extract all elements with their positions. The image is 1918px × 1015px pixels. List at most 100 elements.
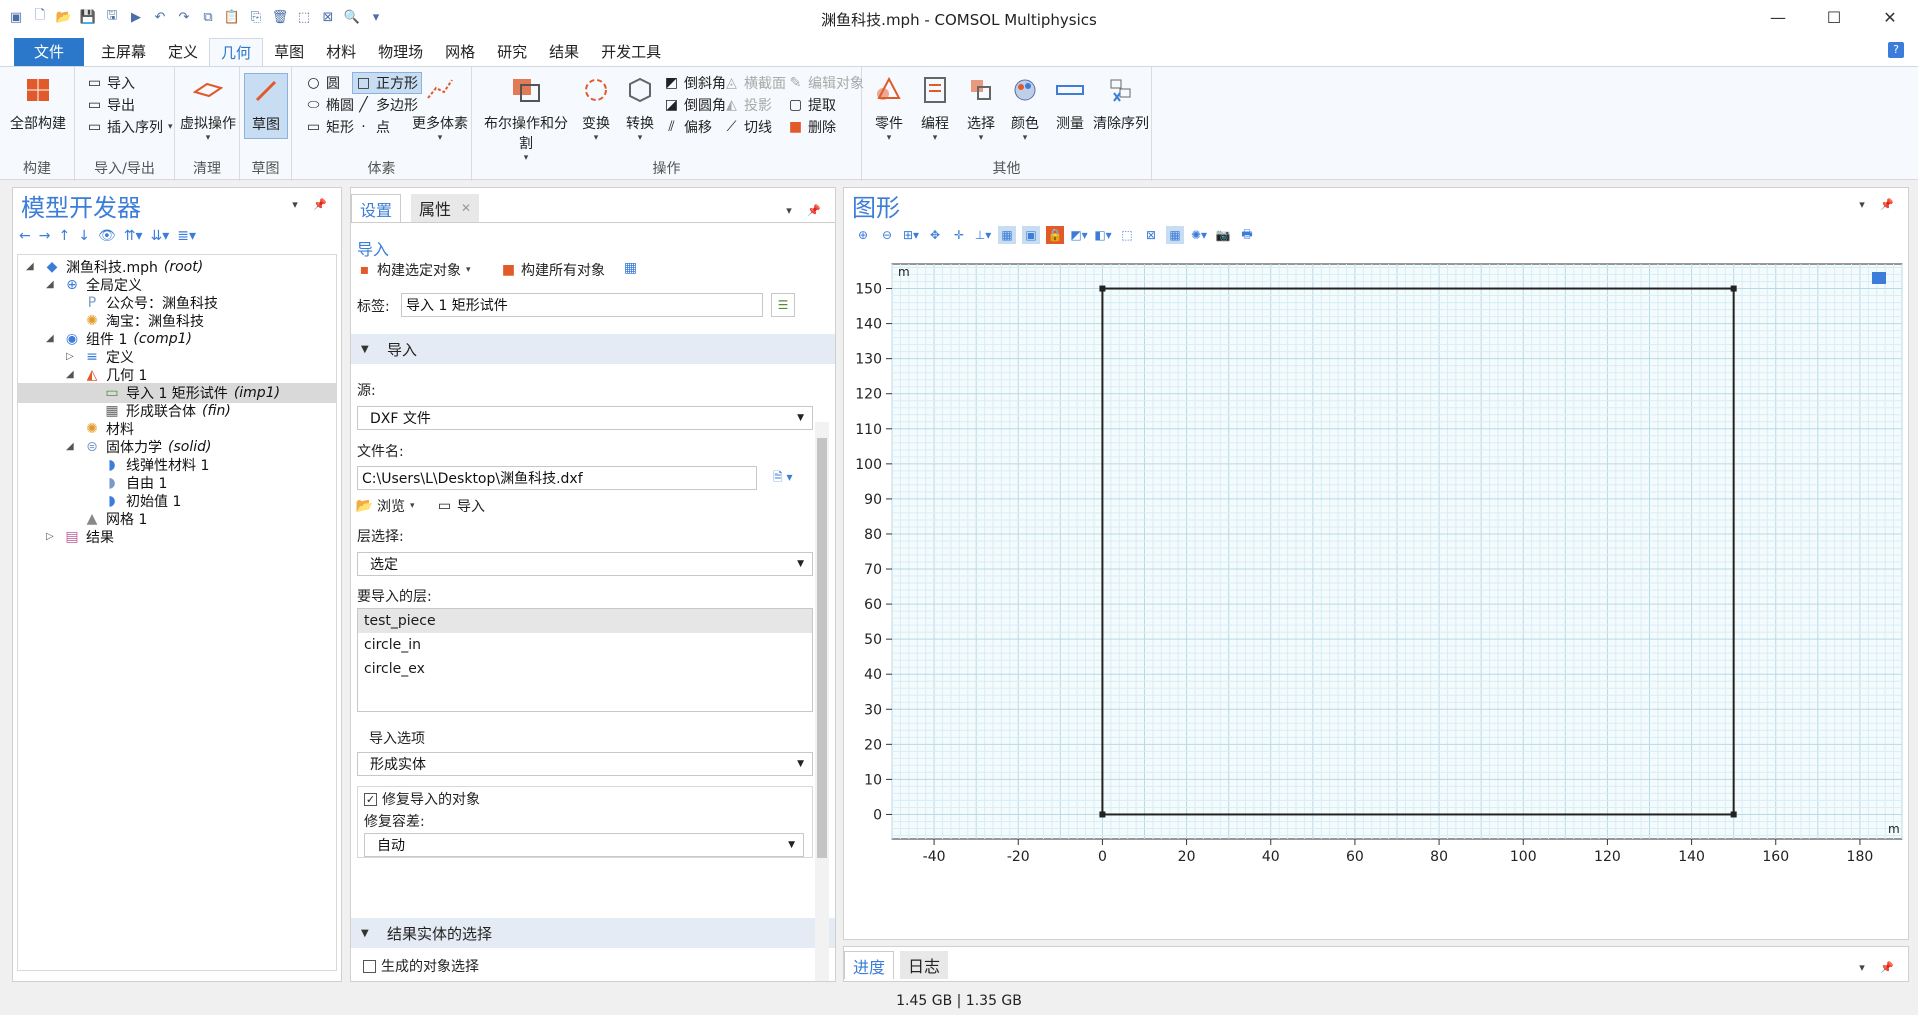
close-tab-icon[interactable]: ✕ — [461, 201, 471, 215]
file-options-icon[interactable]: 🗎 ▾ — [773, 468, 793, 489]
forward-icon[interactable]: → — [39, 228, 51, 244]
boolean-button[interactable]: 布尔操作和分割 ▾ — [478, 73, 574, 163]
scrollbar-thumb[interactable] — [817, 438, 827, 858]
help-icon[interactable]: ? — [1888, 42, 1904, 58]
selections-button[interactable]: 选择 ▾ — [960, 73, 1002, 143]
select-box-icon[interactable]: ⬚ — [1118, 226, 1136, 244]
menu-item-0[interactable]: 文件 — [14, 38, 85, 66]
select-boundaries-icon[interactable]: ▦ — [998, 226, 1016, 244]
layers-listbox[interactable]: test_piece circle_in circle_ex — [357, 608, 813, 712]
menu-item-5[interactable]: 材料 — [315, 38, 367, 66]
show-objects-icon[interactable]: ◧▾ — [1094, 226, 1112, 244]
tree-toggle-icon[interactable]: ◢ — [66, 369, 74, 380]
tree-node[interactable]: P 公众号：渊鱼科技 — [84, 293, 218, 313]
tree-toggle-icon[interactable]: ◢ — [46, 279, 54, 290]
save-icon[interactable]: 💾 — [80, 9, 96, 25]
tree-node[interactable]: ≡ 定义 — [84, 347, 134, 367]
menu-item-3[interactable]: 几何 — [209, 38, 264, 66]
save-as-icon[interactable]: 🖫 — [104, 8, 120, 25]
minimize-button[interactable]: — — [1750, 0, 1806, 34]
section-result-header[interactable]: ▼ 结果实体的选择 — [351, 918, 835, 948]
collapse-icon[interactable]: ⇊▾ — [150, 228, 169, 244]
print-icon[interactable]: 🖶 — [1238, 226, 1256, 244]
circle-button[interactable]: ○ 圆 — [306, 73, 340, 93]
axis-icon[interactable]: ⊥▾ — [974, 226, 992, 244]
back-icon[interactable]: ← — [19, 228, 31, 244]
parts-button[interactable]: 零件 ▾ — [868, 73, 910, 143]
clear-sequence-button[interactable]: 清除序列 — [1090, 73, 1152, 133]
tree-toggle-icon[interactable]: ▷ — [66, 351, 74, 362]
menu-item-10[interactable]: 开发工具 — [590, 38, 672, 66]
layer-item[interactable]: circle_in — [358, 633, 812, 657]
tab-progress[interactable]: 进度 — [844, 951, 895, 979]
filename-input[interactable]: C:\Users\L\Desktop\渊鱼科技.dxf — [357, 466, 757, 490]
programming-button[interactable]: 编程 ▾ — [914, 73, 956, 143]
move-up-icon[interactable]: ↑ — [58, 228, 70, 244]
virtual-ops-button[interactable]: 虚拟操作 ▾ — [179, 73, 237, 143]
zoom-box-icon[interactable]: ⊞▾ — [902, 226, 920, 244]
tree-node[interactable]: ✺ 材料 — [84, 419, 134, 439]
paste-icon[interactable]: 📋 — [224, 9, 240, 25]
graphics-controls-icon[interactable]: ▾ 📌 — [1859, 198, 1900, 211]
redo-icon[interactable]: ↷ — [176, 9, 192, 25]
vertex-point[interactable] — [1099, 285, 1106, 292]
build-all-button[interactable]: 全部构建 — [8, 73, 68, 133]
chamfer-button[interactable]: ◩ 倒斜角 — [664, 73, 726, 93]
list-icon[interactable]: ≣▾ — [177, 228, 196, 244]
bottom-panel-controls-icon[interactable]: ▾ 📌 — [1859, 961, 1900, 974]
tree-toggle-icon[interactable]: ◢ — [26, 261, 34, 272]
tree-toggle-icon[interactable]: ▷ — [46, 531, 54, 542]
generate-selection-checkbox[interactable]: 生成的对象选择 — [363, 956, 479, 976]
settings-controls-icon[interactable]: ▾ 📌 — [786, 204, 827, 217]
clear-icon[interactable]: ⊠ — [320, 9, 336, 25]
import-option-select[interactable]: 形成实体 ▼ — [357, 752, 813, 776]
cross-section-button[interactable]: ◬ 横截面 — [724, 73, 786, 93]
open-file-icon[interactable]: 📂 — [56, 9, 72, 25]
import-action-button[interactable]: ▭ 导入 — [437, 496, 485, 516]
copy-icon[interactable]: ⧉ — [200, 9, 216, 25]
duplicate-icon[interactable]: ⎘ — [248, 9, 264, 25]
menu-item-7[interactable]: 网格 — [434, 38, 486, 66]
tree-node[interactable]: ▭ 导入 1 矩形试件 (imp1) — [18, 383, 336, 403]
import-button[interactable]: ▭ 导入 — [87, 73, 135, 93]
edit-object-button[interactable]: ✎ 编辑对象 — [788, 73, 864, 93]
label-input[interactable]: 导入 1 矩形试件 — [401, 293, 763, 317]
tab-properties[interactable]: 属性 ✕ — [411, 194, 480, 222]
expand-icon[interactable]: ⇈▾ — [124, 228, 143, 244]
tab-log[interactable]: 日志 — [900, 951, 949, 979]
tree-node[interactable]: ▲ 网格 1 — [84, 509, 148, 529]
menu-item-4[interactable]: 草图 — [263, 38, 315, 66]
delete-icon[interactable]: 🗑 — [272, 9, 289, 25]
tree-node[interactable]: ◗ 线弹性材料 1 — [104, 455, 209, 475]
settings-scrollbar[interactable] — [815, 422, 829, 981]
repair-tolerance-select[interactable]: 自动 ▼ — [364, 833, 804, 857]
search-icon[interactable]: 🔍 — [344, 9, 360, 25]
build-selected-button[interactable]: ▪ 构建选定对象 ▾ — [357, 260, 471, 280]
select-domains-icon[interactable]: ▣ — [1022, 226, 1040, 244]
sketch-button[interactable]: 草图 — [244, 73, 288, 139]
insert-sequence-button[interactable]: ▭ 插入序列 ▾ — [87, 117, 173, 137]
tangent-button[interactable]: ⟋ 切线 — [724, 117, 772, 137]
select-icon[interactable]: ⬚ — [296, 9, 312, 25]
fillet-button[interactable]: ◪ 倒圆角 — [664, 95, 726, 115]
app-icon[interactable]: ▣ — [8, 9, 24, 25]
menu-item-6[interactable]: 物理场 — [367, 38, 434, 66]
tree-toggle-icon[interactable]: ◢ — [66, 441, 74, 452]
ellipse-button[interactable]: ⬭ 椭圆 — [306, 95, 354, 115]
tree-node[interactable]: ◗ 自由 1 — [104, 473, 167, 493]
extract-button[interactable]: ▢ 提取 — [788, 95, 836, 115]
tree-node[interactable]: ◉ 组件 1 (comp1) — [64, 329, 192, 349]
tab-settings[interactable]: 设置 — [351, 194, 402, 222]
repair-checkbox[interactable]: ✓ 修复导入的对象 — [364, 789, 480, 809]
menu-item-9[interactable]: 结果 — [538, 38, 590, 66]
menu-item-2[interactable]: 定义 — [157, 38, 209, 66]
menu-item-8[interactable]: 研究 — [486, 38, 538, 66]
qat-dropdown-icon[interactable]: ▾ — [368, 9, 384, 25]
new-file-icon[interactable]: 🗋 — [32, 8, 48, 25]
tree-node[interactable]: ◗ 初始值 1 — [104, 491, 181, 511]
vertex-point[interactable] — [1730, 811, 1737, 818]
offset-button[interactable]: ⫽ 偏移 — [664, 117, 712, 137]
layer-item[interactable]: test_piece — [358, 609, 812, 633]
tree-node[interactable]: ▤ 结果 — [64, 527, 114, 547]
tree-node[interactable]: ◭ 几何 1 — [84, 365, 148, 385]
